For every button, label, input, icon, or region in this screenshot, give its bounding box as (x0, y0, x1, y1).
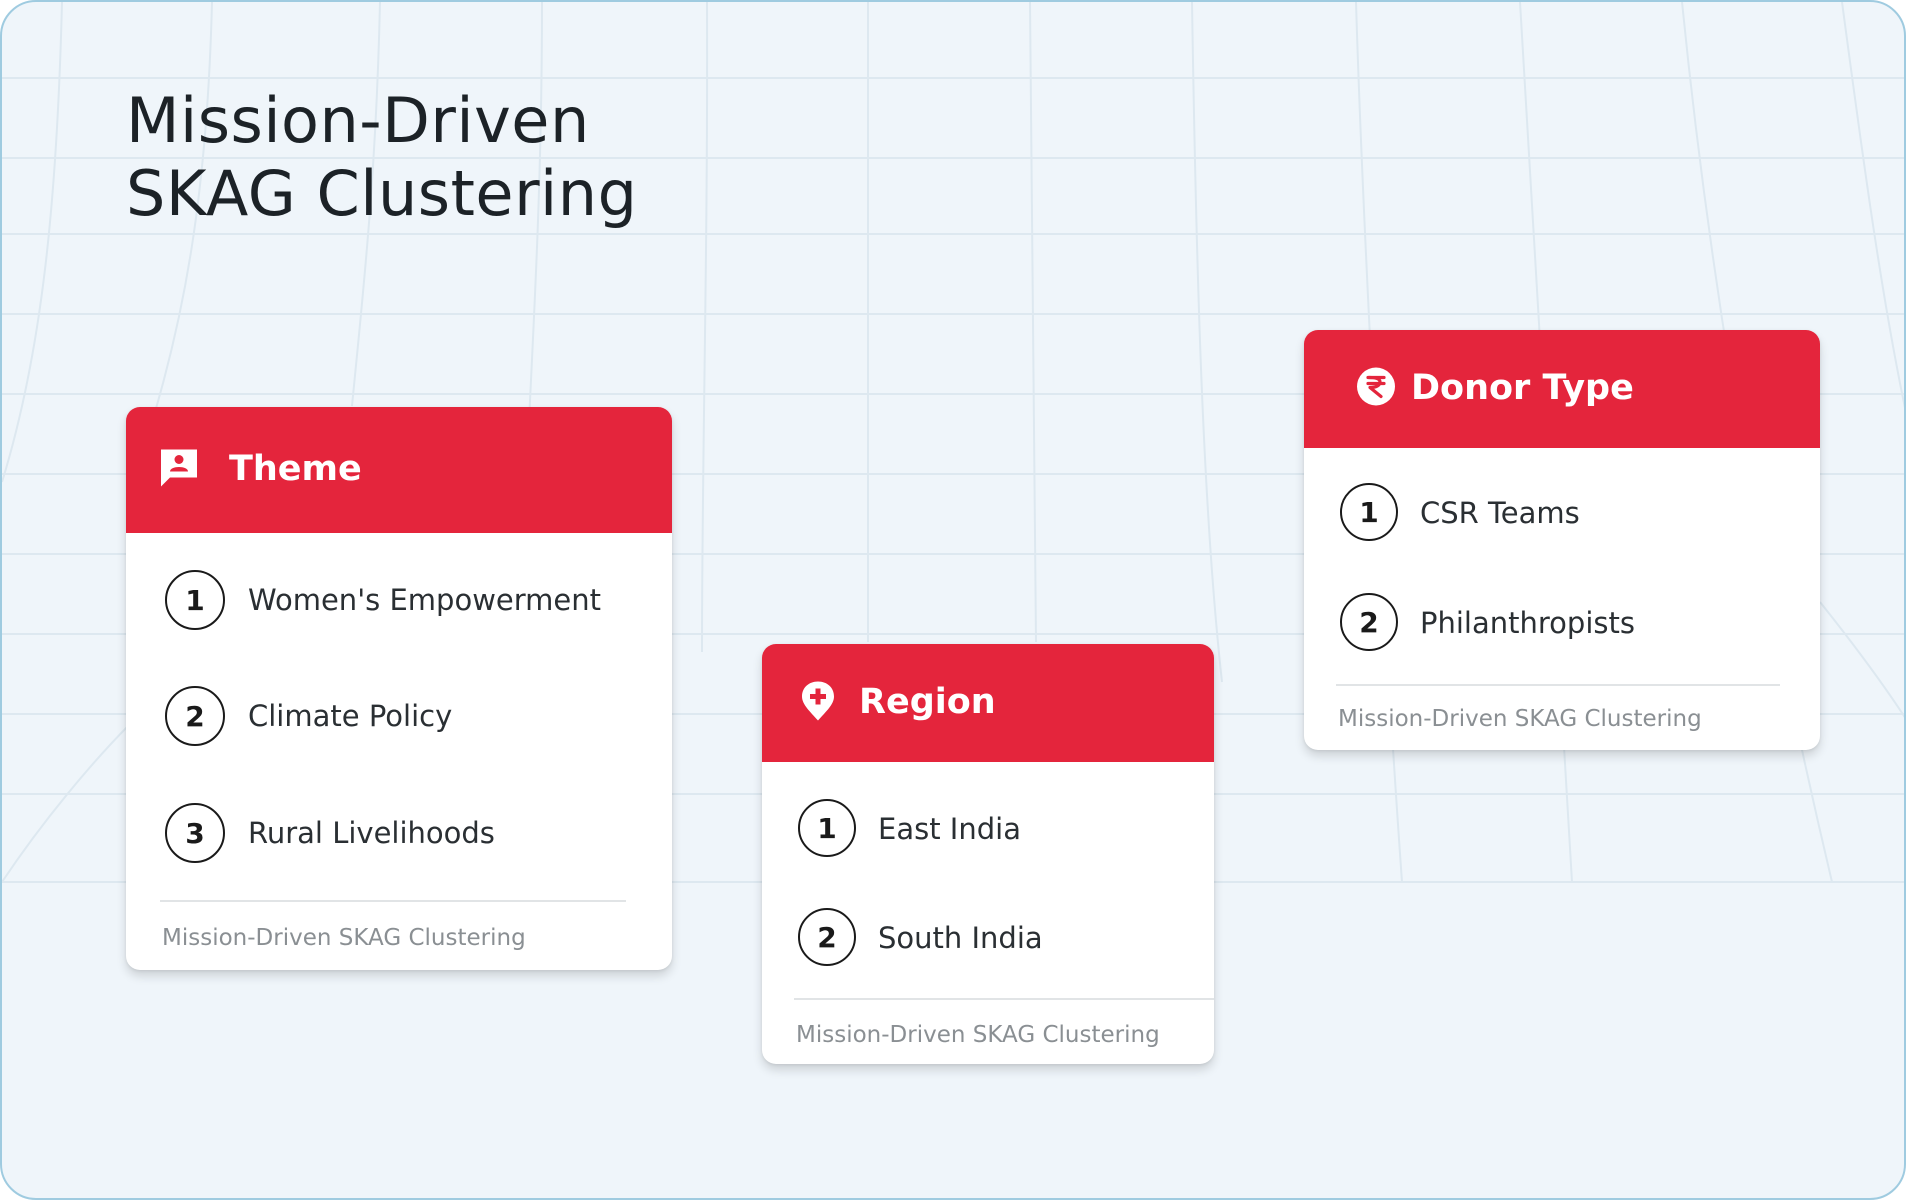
item-number: 3 (165, 803, 225, 863)
item-label: Philanthropists (1420, 606, 1635, 640)
item-label: East India (878, 812, 1021, 846)
region-card: Region 1 East India 2 South India Missio… (762, 644, 1214, 1064)
region-card-header: Region (762, 644, 1214, 762)
card-footer: Mission-Driven SKAG Clustering (1338, 706, 1702, 732)
person-chat-icon (158, 447, 200, 494)
card-divider (794, 998, 1214, 1000)
title-line-2: SKAG Clustering (126, 157, 638, 230)
item-label: Women's Empowerment (248, 583, 602, 617)
theme-card: Theme 1 Women's Empowerment 2 Climate Po… (126, 407, 672, 970)
card-footer: Mission-Driven SKAG Clustering (162, 925, 526, 951)
card-footer: Mission-Driven SKAG Clustering (796, 1022, 1160, 1048)
theme-card-header: Theme (126, 407, 672, 533)
item-number: 2 (1340, 593, 1398, 651)
card-divider (160, 900, 626, 902)
donor-type-card-title: Donor Type (1411, 368, 1634, 409)
item-number: 1 (1340, 483, 1398, 541)
diagram-frame: Mission-Driven SKAG Clustering Theme 1 W… (0, 0, 1906, 1200)
item-label: Rural Livelihoods (248, 816, 495, 850)
item-label: Climate Policy (248, 699, 453, 733)
title-line-1: Mission-Driven (126, 84, 590, 157)
page-title: Mission-Driven SKAG Clustering (126, 84, 637, 230)
theme-card-title: Theme (229, 449, 362, 490)
item-number: 1 (798, 799, 856, 857)
rupee-icon (1356, 367, 1396, 412)
region-card-title: Region (859, 682, 996, 723)
item-number: 2 (165, 686, 225, 746)
card-divider (1336, 684, 1780, 686)
donor-type-card: Donor Type 1 CSR Teams 2 Philanthropists… (1304, 330, 1820, 750)
item-number: 1 (165, 570, 225, 630)
location-plus-icon (800, 680, 836, 727)
item-label: South India (878, 921, 1043, 955)
donor-type-card-header: Donor Type (1304, 330, 1820, 448)
item-label: CSR Teams (1420, 496, 1580, 530)
item-number: 2 (798, 908, 856, 966)
